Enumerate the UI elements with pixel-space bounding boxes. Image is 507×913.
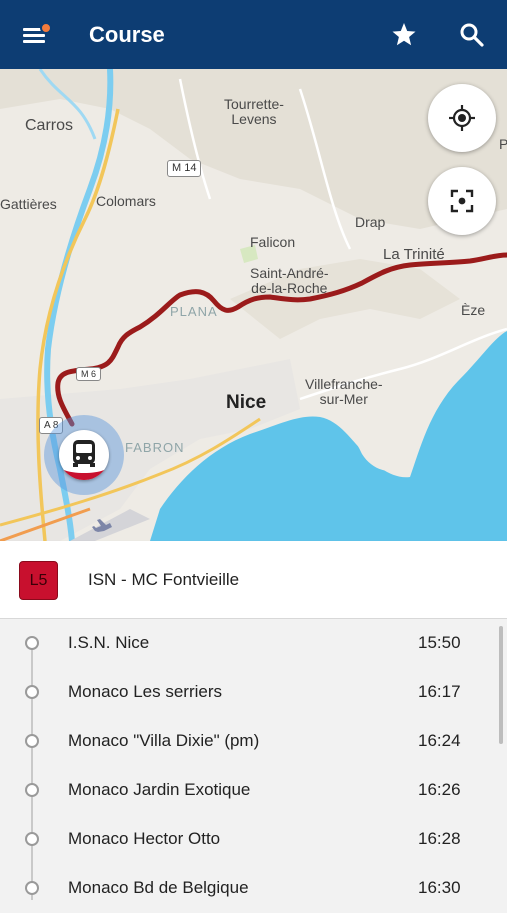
stop-name: Monaco Bd de Belgique (68, 878, 249, 897)
map-label-tourrette: Tourrette- Levens (224, 96, 284, 128)
route-header[interactable]: L5 ISN - MC Fontvieille (0, 541, 507, 619)
map-label-saint-andre: Saint-André- de-la-Roche (250, 265, 329, 297)
stop-time: 16:28 (418, 829, 461, 848)
scrollbar[interactable] (499, 626, 503, 744)
focus-frame-icon[interactable] (428, 167, 496, 235)
app-bar: Course (0, 0, 507, 69)
map-label-villefranche: Villefranche- sur-Mer (305, 376, 383, 408)
route-name: ISN - MC Fontvieille (88, 570, 240, 589)
stop-time: 16:17 (418, 682, 461, 701)
map-label-falicon: Falicon (250, 234, 296, 250)
stop-name: I.S.N. Nice (68, 633, 150, 652)
map-label-carros: Carros (25, 117, 74, 134)
map-label-nice: Nice (226, 392, 267, 413)
search-icon[interactable] (456, 18, 488, 52)
map-label-edge: P (499, 136, 507, 152)
list-item[interactable]: Monaco Bd de Belgique 16:30 (0, 864, 507, 913)
list-item[interactable]: Monaco "Villa Dixie" (pm) 16:24 (0, 717, 507, 766)
list-item[interactable]: Monaco Jardin Exotique 16:26 (0, 766, 507, 815)
map-label-gattieres: Gattières (0, 196, 57, 212)
stop-time: 16:26 (418, 780, 461, 799)
map-view[interactable]: Tourrette- Levens Carros Gattières Colom… (0, 69, 507, 541)
map-label-fabron: FABRON (125, 440, 185, 455)
stop-node (25, 685, 39, 699)
list-item[interactable]: Monaco Les serriers 16:17 (0, 668, 507, 717)
road-badge-m14: M 14 (167, 160, 202, 177)
list-item[interactable]: Monaco Hector Otto 16:28 (0, 815, 507, 864)
stop-time: 16:30 (418, 878, 461, 897)
stop-node (25, 636, 39, 650)
stop-name: Monaco Hector Otto (68, 829, 221, 848)
map-label-drap: Drap (355, 214, 386, 230)
stop-time: 15:50 (418, 633, 461, 652)
map-label-la-trinite: La Trinité (383, 246, 445, 263)
page-title: Course (89, 22, 165, 47)
map-label-colomars: Colomars (96, 193, 156, 209)
stop-name: Monaco Les serriers (68, 682, 223, 701)
map-label-plana: PLANA (170, 304, 218, 319)
stops-list[interactable]: I.S.N. Nice 15:50 Monaco Les serriers 16… (0, 619, 507, 900)
star-icon[interactable] (388, 18, 420, 52)
bus-icon[interactable] (59, 430, 109, 480)
road-badge-m6: M 6 (76, 367, 102, 381)
stop-node (25, 881, 39, 895)
stop-node (25, 734, 39, 748)
notification-dot (40, 22, 52, 34)
stop-name: Monaco "Villa Dixie" (pm) (68, 731, 260, 750)
stop-name: Monaco Jardin Exotique (68, 780, 251, 799)
list-item[interactable]: I.S.N. Nice 15:50 (0, 619, 507, 668)
stop-node (25, 832, 39, 846)
my-location-icon[interactable] (428, 84, 496, 152)
hamburger-menu-icon[interactable] (18, 18, 54, 52)
stop-time: 16:24 (418, 731, 461, 750)
line-badge: L5 (19, 561, 58, 600)
map-label-eze: Èze (461, 302, 486, 318)
stop-node (25, 783, 39, 797)
